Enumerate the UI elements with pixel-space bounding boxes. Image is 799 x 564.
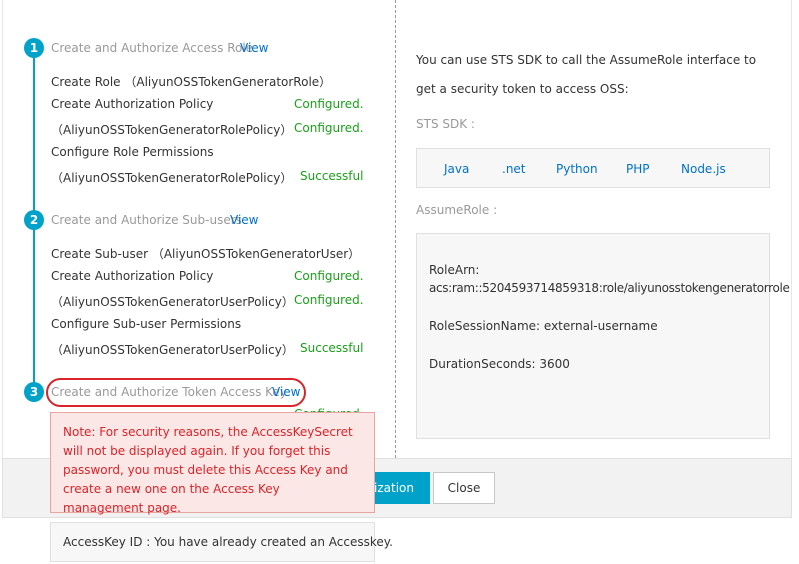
sdk-links-panel: Java .net Python PHP Node.js [416, 148, 770, 188]
step-1-view-link[interactable]: View [240, 41, 268, 55]
sdk-link-python[interactable]: Python [556, 162, 598, 176]
accesskey-id-text: AccessKey ID : You have already created … [63, 535, 393, 549]
step-2-badge: 2 [24, 210, 44, 230]
duration-seconds: DurationSeconds: 3600 [429, 357, 570, 371]
step-1-badge: 1 [24, 38, 44, 58]
step-1-title: Create and Authorize Access Role [51, 41, 254, 55]
close-button[interactable]: Close [433, 472, 495, 504]
step-1-status: Successful [300, 169, 364, 183]
sts-intro-text: You can use STS SDK to call the AssumeRo… [416, 53, 757, 96]
sdk-link-nodejs[interactable]: Node.js [681, 162, 726, 176]
step-2-status: Successful [300, 341, 364, 355]
accesskey-id-panel: AccessKey ID : You have already created … [50, 522, 393, 562]
step-1-row: Create Authorization Policy [51, 97, 214, 111]
step-1-status: Configured. [294, 97, 364, 111]
step-1-row: Create Role （AliyunOSSTokenGeneratorRole… [51, 75, 332, 89]
authorization-dialog: 1 Create and Authorize Access Role View … [0, 0, 799, 564]
step-1-row: （AliyunOSSTokenGeneratorRolePolicy） [51, 171, 293, 185]
step-3-view-link[interactable]: View [272, 385, 300, 399]
step-2-row: Create Sub-user （AliyunOSSTokenGenerator… [51, 247, 361, 261]
column-divider [395, 0, 396, 458]
sdk-link-php[interactable]: PHP [626, 162, 650, 176]
security-note-popover: Note: For security reasons, the AccessKe… [50, 412, 375, 515]
role-arn-label: RoleArn: [429, 263, 480, 277]
step-2-title: Create and Authorize Sub-users [51, 213, 242, 227]
sdk-link-java[interactable]: Java [444, 162, 469, 176]
step-2-row: （AliyunOSSTokenGeneratorUserPolicy） [51, 295, 294, 309]
role-session-name: RoleSessionName: external-username [429, 319, 658, 333]
step-2-row: （AliyunOSSTokenGeneratorUserPolicy） [51, 343, 294, 357]
step-1-status: Configured. [294, 121, 364, 135]
step-2-row: Configure Sub-user Permissions [51, 317, 242, 331]
role-arn-value: acs:ram::5204593714859318:role/aliyunoss… [429, 281, 790, 295]
step-2-status: Configured. [294, 269, 364, 283]
step-2-status: Configured. [294, 293, 364, 307]
step-1-row: Configure Role Permissions [51, 145, 214, 159]
step-1-row: （AliyunOSSTokenGeneratorRolePolicy） [51, 123, 293, 137]
security-note-text: Note: For security reasons, the AccessKe… [63, 425, 353, 515]
step-3-title: Create and Authorize Token Access Key [51, 385, 287, 399]
sdk-link-dotnet[interactable]: .net [502, 162, 526, 176]
assumerole-label: AssumeRole : [416, 203, 498, 217]
step-2-row: Create Authorization Policy [51, 269, 214, 283]
sts-sdk-label: STS SDK : [416, 117, 475, 131]
assumerole-panel: RoleArn: acs:ram::5204593714859318:role/… [416, 233, 790, 439]
step-3-badge: 3 [24, 382, 44, 402]
step-2-view-link[interactable]: View [230, 213, 258, 227]
